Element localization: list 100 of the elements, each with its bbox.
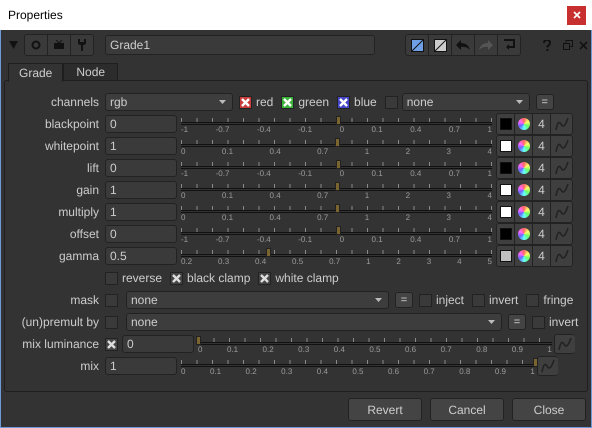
tick-label: 0.7 [440,345,452,354]
color-swatch-button[interactable] [497,114,515,134]
dialog-button[interactable]: Revert [348,398,422,421]
tick-label: 2 [406,213,410,222]
input-dropdown[interactable]: none [126,313,502,331]
slider-track[interactable] [181,224,492,235]
checkbox-label: invert [549,315,578,329]
slider-track[interactable] [181,356,535,367]
checkbox[interactable] [105,316,118,328]
value-field[interactable]: 0.5 [105,247,177,265]
value-field[interactable]: 1 [105,181,177,199]
channels-dropdown[interactable]: rgb [105,93,233,111]
slider-thumb[interactable] [334,182,340,191]
tick-label: 0.4 [270,147,281,156]
dialog-button[interactable]: Close [512,398,586,421]
dialog-button[interactable]: Cancel [430,398,504,421]
tick-label: 2 [396,257,401,266]
value-field[interactable]: 1 [105,357,177,375]
tick-label: 2 [406,147,410,156]
tab[interactable]: Node [63,63,118,80]
tick-label: 0.4 [270,191,281,200]
tick-label: -0.4 [256,169,271,178]
tick-label: 4 [487,213,492,222]
value-field[interactable]: 0 [105,159,177,177]
tab[interactable]: Grade [8,63,64,82]
checkbox[interactable] [526,294,540,306]
checkbox-label: black clamp [187,271,250,285]
caret-icon [219,100,226,104]
link-button[interactable]: = [536,94,554,110]
slider-track[interactable] [181,180,492,191]
color-swatch-button[interactable] [497,136,515,156]
tick-label: 0.4 [410,235,422,244]
slider-thumb[interactable] [334,138,340,147]
input-label: (un)premult by [20,315,100,329]
node-name-field[interactable]: Grade1 [105,35,375,55]
curve-icon[interactable] [554,334,575,354]
link-button[interactable]: = [508,314,526,330]
slider-thumb[interactable] [266,248,272,257]
color-swatch-button[interactable] [497,180,515,200]
tick-label: 0.5 [292,257,304,266]
curve-icon[interactable] [537,356,558,376]
value-field[interactable]: 1 [105,137,177,155]
tick-label: 0 [198,345,202,354]
channels-label: channels [50,95,100,109]
tick-label: 0 [181,213,186,222]
knob-label: gain [75,183,100,197]
tick-label: 0.4 [410,169,422,178]
tick-label: 0 [340,125,344,134]
tick-label: 0.7 [448,125,460,134]
value-field[interactable]: 1 [105,203,177,221]
tick-label: 0.4 [410,125,422,134]
link-button[interactable]: = [395,292,413,308]
color-swatch-button[interactable] [497,158,515,178]
close-button[interactable] [567,6,586,24]
tick-label: 0.2 [262,345,274,354]
tick-label: 0 [181,147,186,156]
color-swatch-button[interactable] [497,202,515,222]
slider-track[interactable] [181,136,492,147]
slider-thumb[interactable] [196,336,201,345]
value-field[interactable]: 0 [105,115,177,133]
checkbox[interactable] [105,294,118,306]
checkbox[interactable] [281,96,294,108]
color-swatch-button[interactable] [497,224,515,244]
tick-label: 0.6 [404,345,416,354]
checkbox[interactable] [105,338,118,350]
color-swatch-button[interactable] [497,246,515,266]
slider-thumb[interactable] [336,160,342,169]
tick-label: 0.4 [316,367,328,376]
slider-thumb[interactable] [334,204,340,213]
checkbox[interactable] [472,294,486,306]
value-field[interactable]: 0 [105,225,177,243]
slider-thumb[interactable] [336,116,342,125]
checkbox[interactable] [258,272,272,284]
checkbox[interactable] [170,272,184,284]
checkbox[interactable] [532,316,545,328]
value-field[interactable]: 0 [122,335,194,353]
checkbox[interactable] [384,96,398,108]
checkbox-label: inject [436,293,464,307]
slider-thumb[interactable] [533,358,538,367]
tick-label: 1 [366,257,371,266]
tick-label: 1 [547,345,552,354]
tick-label: 0.7 [448,235,460,244]
slider-track[interactable] [181,202,492,213]
tick-label: 1 [364,213,370,222]
tick-label: 0.5 [369,345,380,354]
tick-label: 0.7 [317,213,328,222]
slider-track[interactable] [181,158,492,169]
slider-thumb[interactable] [336,226,342,235]
slider-track[interactable] [198,334,552,345]
close-icon [572,11,580,19]
checkbox[interactable] [239,96,252,108]
slider-track[interactable] [181,114,492,125]
checkbox[interactable] [337,96,350,108]
checkbox[interactable] [105,272,118,284]
tick-label: 0.9 [494,367,506,376]
checkbox[interactable] [419,294,432,306]
input-dropdown[interactable]: none [126,291,389,309]
slider-track[interactable] [181,246,492,257]
tick-label: 0.4 [270,213,281,222]
channel-dropdown[interactable]: none [402,93,530,111]
